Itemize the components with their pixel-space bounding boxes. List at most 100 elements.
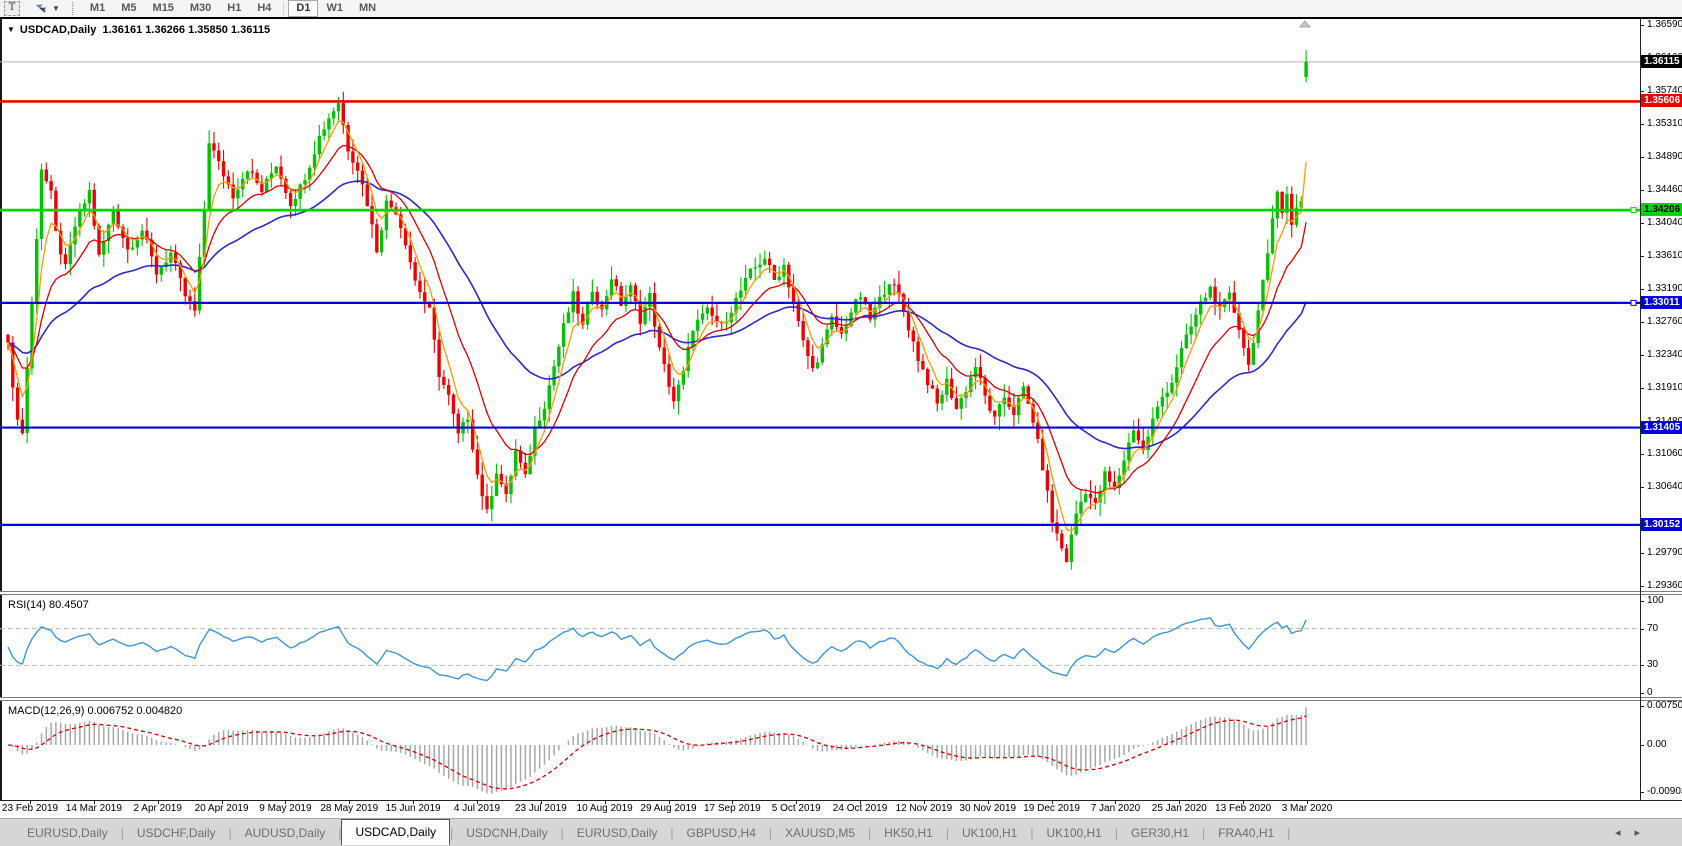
time-tick-label: 7 Jan 2020 — [1091, 803, 1141, 814]
price-tick — [1640, 223, 1644, 224]
rsi-panel[interactable] — [0, 595, 1682, 697]
tab-uk100-h1[interactable]: UK100,H1 — [1033, 822, 1114, 844]
time-tick-label: 3 Mar 2020 — [1282, 803, 1333, 814]
macd-tick — [1640, 792, 1644, 793]
dropdown-caret-icon: ▼ — [52, 4, 60, 13]
price-tick — [1640, 454, 1644, 455]
time-tick-label: 9 May 2019 — [259, 803, 311, 814]
hline-handle[interactable] — [1631, 300, 1636, 305]
macd-tick-label: 0.007503 — [1647, 700, 1682, 711]
rsi-tick-label: 30 — [1647, 659, 1658, 670]
price-tick — [1640, 124, 1644, 125]
time-tick-label: 30 Nov 2019 — [959, 803, 1016, 814]
price-tick — [1640, 190, 1644, 191]
time-tick-label: 17 Sep 2019 — [704, 803, 761, 814]
time-axis-line — [0, 800, 1682, 801]
time-tick-label: 12 Nov 2019 — [896, 803, 953, 814]
time-tick-label: 25 Jan 2020 — [1152, 803, 1207, 814]
tab-usdcad-daily[interactable]: USDCAD,Daily — [341, 819, 450, 845]
timeframe-button-m5[interactable]: M5 — [113, 0, 144, 17]
timeframe-button-m1[interactable]: M1 — [82, 0, 113, 17]
price-tick — [1640, 289, 1644, 290]
price-tick — [1640, 487, 1644, 488]
tab-fra40-h1[interactable]: FRA40,H1 — [1205, 822, 1287, 844]
price-tick — [1640, 256, 1644, 257]
tab-eurusd-daily[interactable]: EURUSD,Daily — [14, 822, 121, 844]
main-price-panel[interactable] — [0, 19, 1682, 591]
price-tick-label: 1.34890 — [1647, 151, 1682, 162]
tab-usdchf-daily[interactable]: USDCHF,Daily — [124, 822, 229, 844]
price-tick-label: 1.33190 — [1647, 283, 1682, 294]
price-label-box: 1.36115 — [1641, 55, 1682, 68]
price-tick-label: 1.34040 — [1647, 217, 1682, 228]
timeframe-button-h1[interactable]: H1 — [219, 0, 249, 17]
price-label-box: 1.30152 — [1641, 518, 1682, 531]
rsi-indicator-label: RSI(14) 80.4507 — [8, 599, 89, 611]
timeframe-button-d1[interactable]: D1 — [288, 0, 318, 17]
rsi-tick — [1640, 629, 1644, 630]
timeframe-button-h4[interactable]: H4 — [249, 0, 279, 17]
chart-shift-icon[interactable] — [1300, 21, 1310, 27]
price-tick-label: 1.34460 — [1647, 184, 1682, 195]
tab-ger30-h1[interactable]: GER30,H1 — [1118, 822, 1202, 844]
macd-indicator-label: MACD(12,26,9) 0.006752 0.004820 — [8, 705, 182, 717]
timeframe-button-mn[interactable]: MN — [351, 0, 384, 17]
rsi-tick — [1640, 665, 1644, 666]
toolbar-grip — [72, 2, 74, 15]
tab-eurusd-daily[interactable]: EURUSD,Daily — [564, 822, 671, 844]
tab-gbpusd-h4[interactable]: GBPUSD,H4 — [674, 822, 769, 844]
time-tick-label: 29 Aug 2019 — [640, 803, 696, 814]
time-tick-label: 13 Feb 2020 — [1215, 803, 1271, 814]
time-tick-label: 28 May 2019 — [320, 803, 378, 814]
macd-signal-line[interactable] — [8, 716, 1306, 789]
tab-separator: | — [1287, 826, 1290, 840]
price-tick-label: 1.32760 — [1647, 316, 1682, 327]
price-label-box: 1.33011 — [1641, 296, 1682, 309]
candles — [6, 50, 1307, 569]
price-tick-label: 1.30640 — [1647, 481, 1682, 492]
price-label-box: 1.35606 — [1641, 94, 1682, 107]
timeframe-button-w1[interactable]: W1 — [318, 0, 351, 17]
time-tick-label: 19 Dec 2019 — [1023, 803, 1080, 814]
timeframe-separator — [283, 2, 284, 15]
price-tick — [1640, 355, 1644, 356]
tab-scroll-right-icon[interactable]: ▸ — [1634, 827, 1654, 839]
ma-fast-line[interactable] — [8, 121, 1306, 531]
macd-tick — [1640, 745, 1644, 746]
chart-title: ▼ USDCAD,Daily 1.36161 1.36266 1.35850 1.… — [7, 24, 270, 36]
chart-tabs: EURUSD,Daily|USDCHF,Daily|AUDUSD,Daily|U… — [14, 820, 1290, 845]
chart-ohlc-values: 1.36161 1.36266 1.35850 1.36115 — [102, 24, 270, 36]
time-tick-label: 15 Jun 2019 — [386, 803, 441, 814]
price-tick-label: 1.29360 — [1647, 580, 1682, 591]
tab-scroll-left-icon[interactable]: ◂ — [1615, 827, 1635, 839]
price-label-box: 1.31405 — [1641, 421, 1682, 434]
tab-hk50-h1[interactable]: HK50,H1 — [871, 822, 946, 844]
timeframe-button-m15[interactable]: M15 — [144, 0, 181, 17]
rsi-tick-label: 100 — [1647, 595, 1664, 606]
price-tick-label: 1.35310 — [1647, 118, 1682, 129]
horizontal-lines[interactable] — [0, 101, 1640, 524]
drawing-tools-button[interactable]: ▼ — [34, 0, 60, 18]
rsi-line[interactable] — [8, 618, 1306, 681]
time-tick-label: 23 Jul 2019 — [515, 803, 567, 814]
price-tick — [1640, 91, 1644, 92]
price-label-box: 1.34206 — [1641, 203, 1682, 216]
macd-panel[interactable] — [0, 701, 1682, 800]
ma-mid-line[interactable] — [8, 145, 1306, 492]
arrows-style-icon — [34, 0, 49, 18]
tab-usdcnh-daily[interactable]: USDCNH,Daily — [453, 822, 560, 844]
tab-uk100-h1[interactable]: UK100,H1 — [949, 822, 1030, 844]
time-tick-label: 4 Jul 2019 — [454, 803, 500, 814]
macd-histogram — [8, 707, 1306, 793]
text-tool-button[interactable]: T — [4, 1, 20, 16]
timeframe-button-m30[interactable]: M30 — [182, 0, 219, 17]
macd-tick — [1640, 706, 1644, 707]
hline-handle[interactable] — [1631, 208, 1636, 213]
time-tick-label: 10 Aug 2019 — [577, 803, 633, 814]
chart-symbol: USDCAD,Daily — [20, 24, 96, 36]
symbol-dropdown-icon[interactable]: ▼ — [7, 25, 15, 34]
tab-xauusd-m5[interactable]: XAUUSD,M5 — [772, 822, 868, 844]
price-axis-line — [1640, 19, 1641, 801]
tab-audusd-daily[interactable]: AUDUSD,Daily — [232, 822, 339, 844]
price-tick-label: 1.31910 — [1647, 382, 1682, 393]
